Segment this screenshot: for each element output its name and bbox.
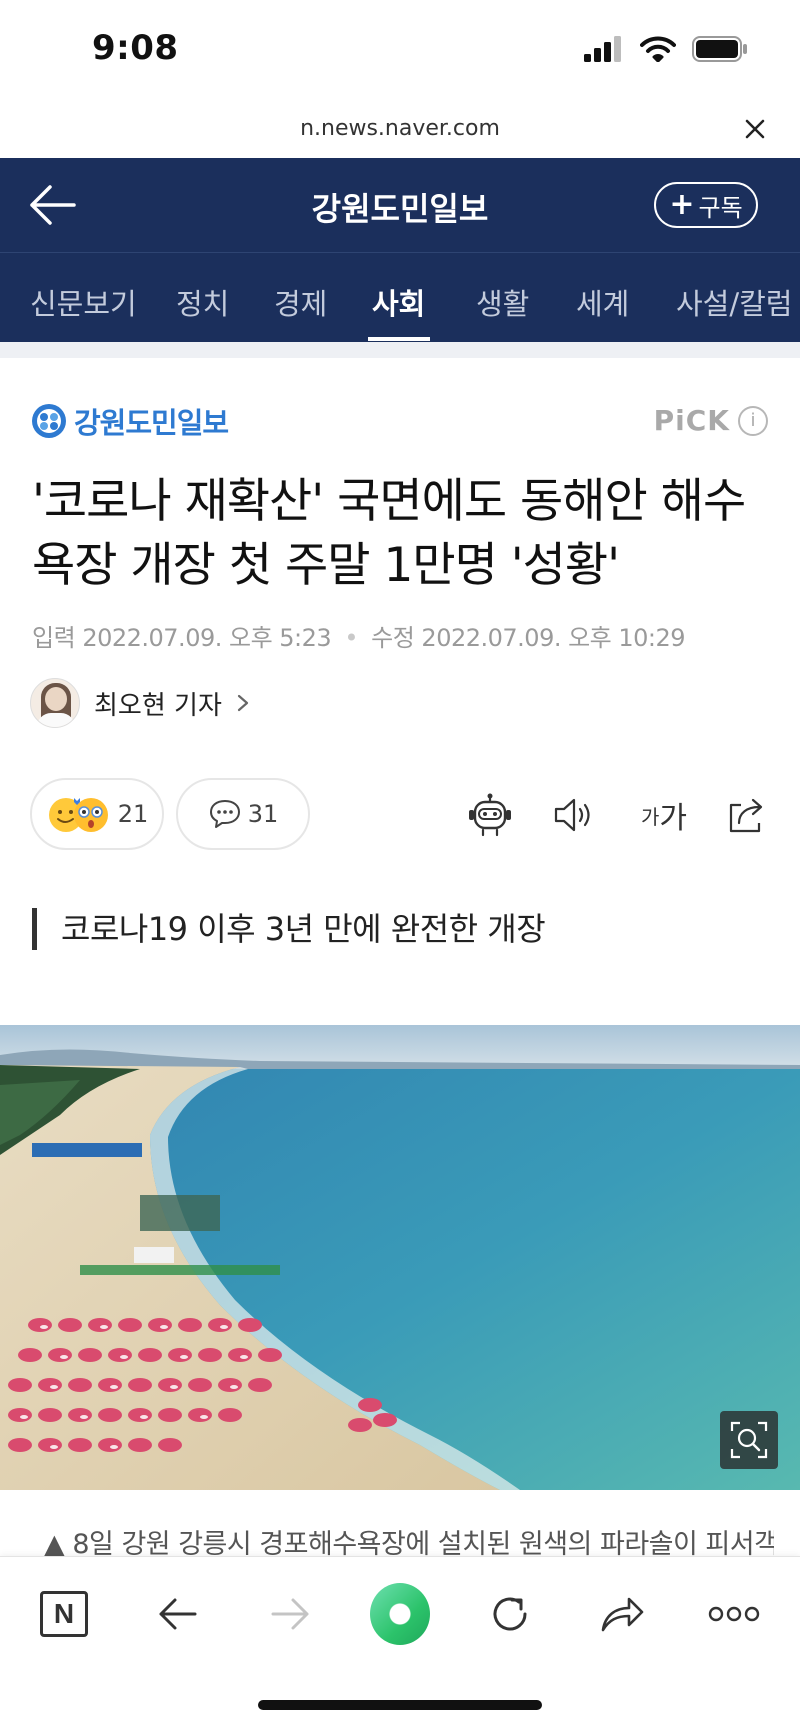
avatar: [30, 678, 80, 728]
article-subheadline: 코로나19 이후 3년 만에 완전한 개장: [32, 908, 546, 950]
pick-badge[interactable]: PiCK i: [654, 404, 768, 437]
press-emblem-icon: [32, 404, 66, 438]
subscribe-button[interactable]: + 구독: [654, 182, 758, 228]
beach-photo-image: [0, 1025, 800, 1490]
tab-life[interactable]: 생활: [476, 281, 529, 323]
article-headline: '코로나 재확산' 국면에도 동해안 해수욕장 개장 첫 주말 1만명 '성황': [32, 474, 746, 593]
pick-label: PiCK: [653, 404, 730, 437]
tab-economy[interactable]: 경제: [274, 281, 327, 323]
green-dot-icon: [370, 1583, 430, 1645]
cellular-signal-icon: [584, 36, 621, 62]
press-header: 강원도민일보 + 구독: [0, 158, 800, 252]
emoji-reactions-icon: [48, 798, 108, 832]
article-photo[interactable]: [0, 1025, 800, 1490]
modified-date: 2022.07.09. 오후 10:29: [421, 624, 686, 652]
share-arrow-icon: [601, 1597, 644, 1632]
tab-world[interactable]: 세계: [576, 281, 629, 323]
zoom-image-button[interactable]: [720, 1411, 778, 1469]
refresh-icon: [493, 1597, 527, 1631]
close-icon[interactable]: [740, 114, 770, 144]
zoom-icon: [730, 1421, 768, 1459]
status-icons: [584, 36, 748, 62]
info-icon[interactable]: i: [738, 405, 768, 436]
share-icon: [729, 798, 763, 833]
browser-share-button[interactable]: [592, 1587, 652, 1641]
forward-arrow-icon: [271, 1598, 309, 1630]
status-time: 9:08: [92, 28, 179, 68]
chevron-right-icon: [237, 694, 248, 712]
battery-icon: [692, 36, 747, 62]
speaker-icon: [554, 798, 590, 832]
article-actions: 21 31 가가: [30, 778, 770, 852]
more-menu-button[interactable]: [704, 1587, 764, 1641]
reaction-button[interactable]: 21: [30, 778, 164, 850]
browser-back-button[interactable]: [148, 1587, 208, 1641]
plus-icon: +: [669, 187, 695, 222]
home-indicator[interactable]: [258, 1700, 542, 1710]
browser-forward-button[interactable]: [260, 1587, 320, 1641]
separator-dot: •: [344, 624, 358, 652]
reporter-link[interactable]: 최오현 기자: [30, 678, 250, 728]
refresh-button[interactable]: [480, 1587, 540, 1641]
browser-url-bar: n.news.naver.com: [0, 100, 800, 158]
comment-icon: [209, 800, 240, 828]
input-date: 2022.07.09. 오후 5:23: [82, 624, 332, 652]
back-arrow-icon: [159, 1598, 197, 1630]
url-text[interactable]: n.news.naver.com: [0, 116, 800, 141]
tab-editorial[interactable]: 사설/칼럼: [676, 281, 793, 323]
active-tab-indicator: [368, 337, 430, 341]
reaction-count: 21: [117, 800, 149, 828]
reporter-name: 최오현 기자: [94, 690, 222, 721]
comment-count: 31: [247, 800, 279, 828]
green-dot-button[interactable]: [370, 1583, 430, 1645]
modified-label: 수정: [371, 624, 415, 652]
press-name: 강원도민일보: [74, 406, 229, 440]
tab-society[interactable]: 사회: [372, 281, 425, 323]
naver-n-icon: N: [40, 1591, 88, 1637]
robot-icon: [469, 793, 511, 837]
section-nav: 신문보기 정치 경제 사회 생활 세계 사설/칼럼: [0, 252, 800, 342]
text-to-speech-button[interactable]: [550, 792, 598, 838]
wifi-icon: [640, 36, 676, 62]
tab-politics[interactable]: 정치: [176, 281, 229, 323]
input-label: 입력: [32, 624, 76, 652]
font-large-label: 가: [659, 801, 687, 836]
share-button[interactable]: [722, 792, 770, 838]
summary-bot-button[interactable]: [466, 792, 514, 838]
font-small-label: 가: [640, 804, 660, 829]
tab-newspaper[interactable]: 신문보기: [30, 281, 137, 323]
naver-home-button[interactable]: N: [34, 1587, 94, 1641]
comment-button[interactable]: 31: [176, 778, 310, 850]
font-size-button[interactable]: 가가: [634, 792, 694, 838]
status-bar: 9:08: [0, 0, 800, 100]
article-dates: 입력 2022.07.09. 오후 5:23 • 수정 2022.07.09. …: [32, 618, 686, 653]
divider: [0, 342, 800, 358]
more-dots-icon: [708, 1606, 760, 1622]
subscribe-label: 구독: [698, 193, 743, 222]
press-logo[interactable]: 강원도민일보: [30, 400, 229, 442]
